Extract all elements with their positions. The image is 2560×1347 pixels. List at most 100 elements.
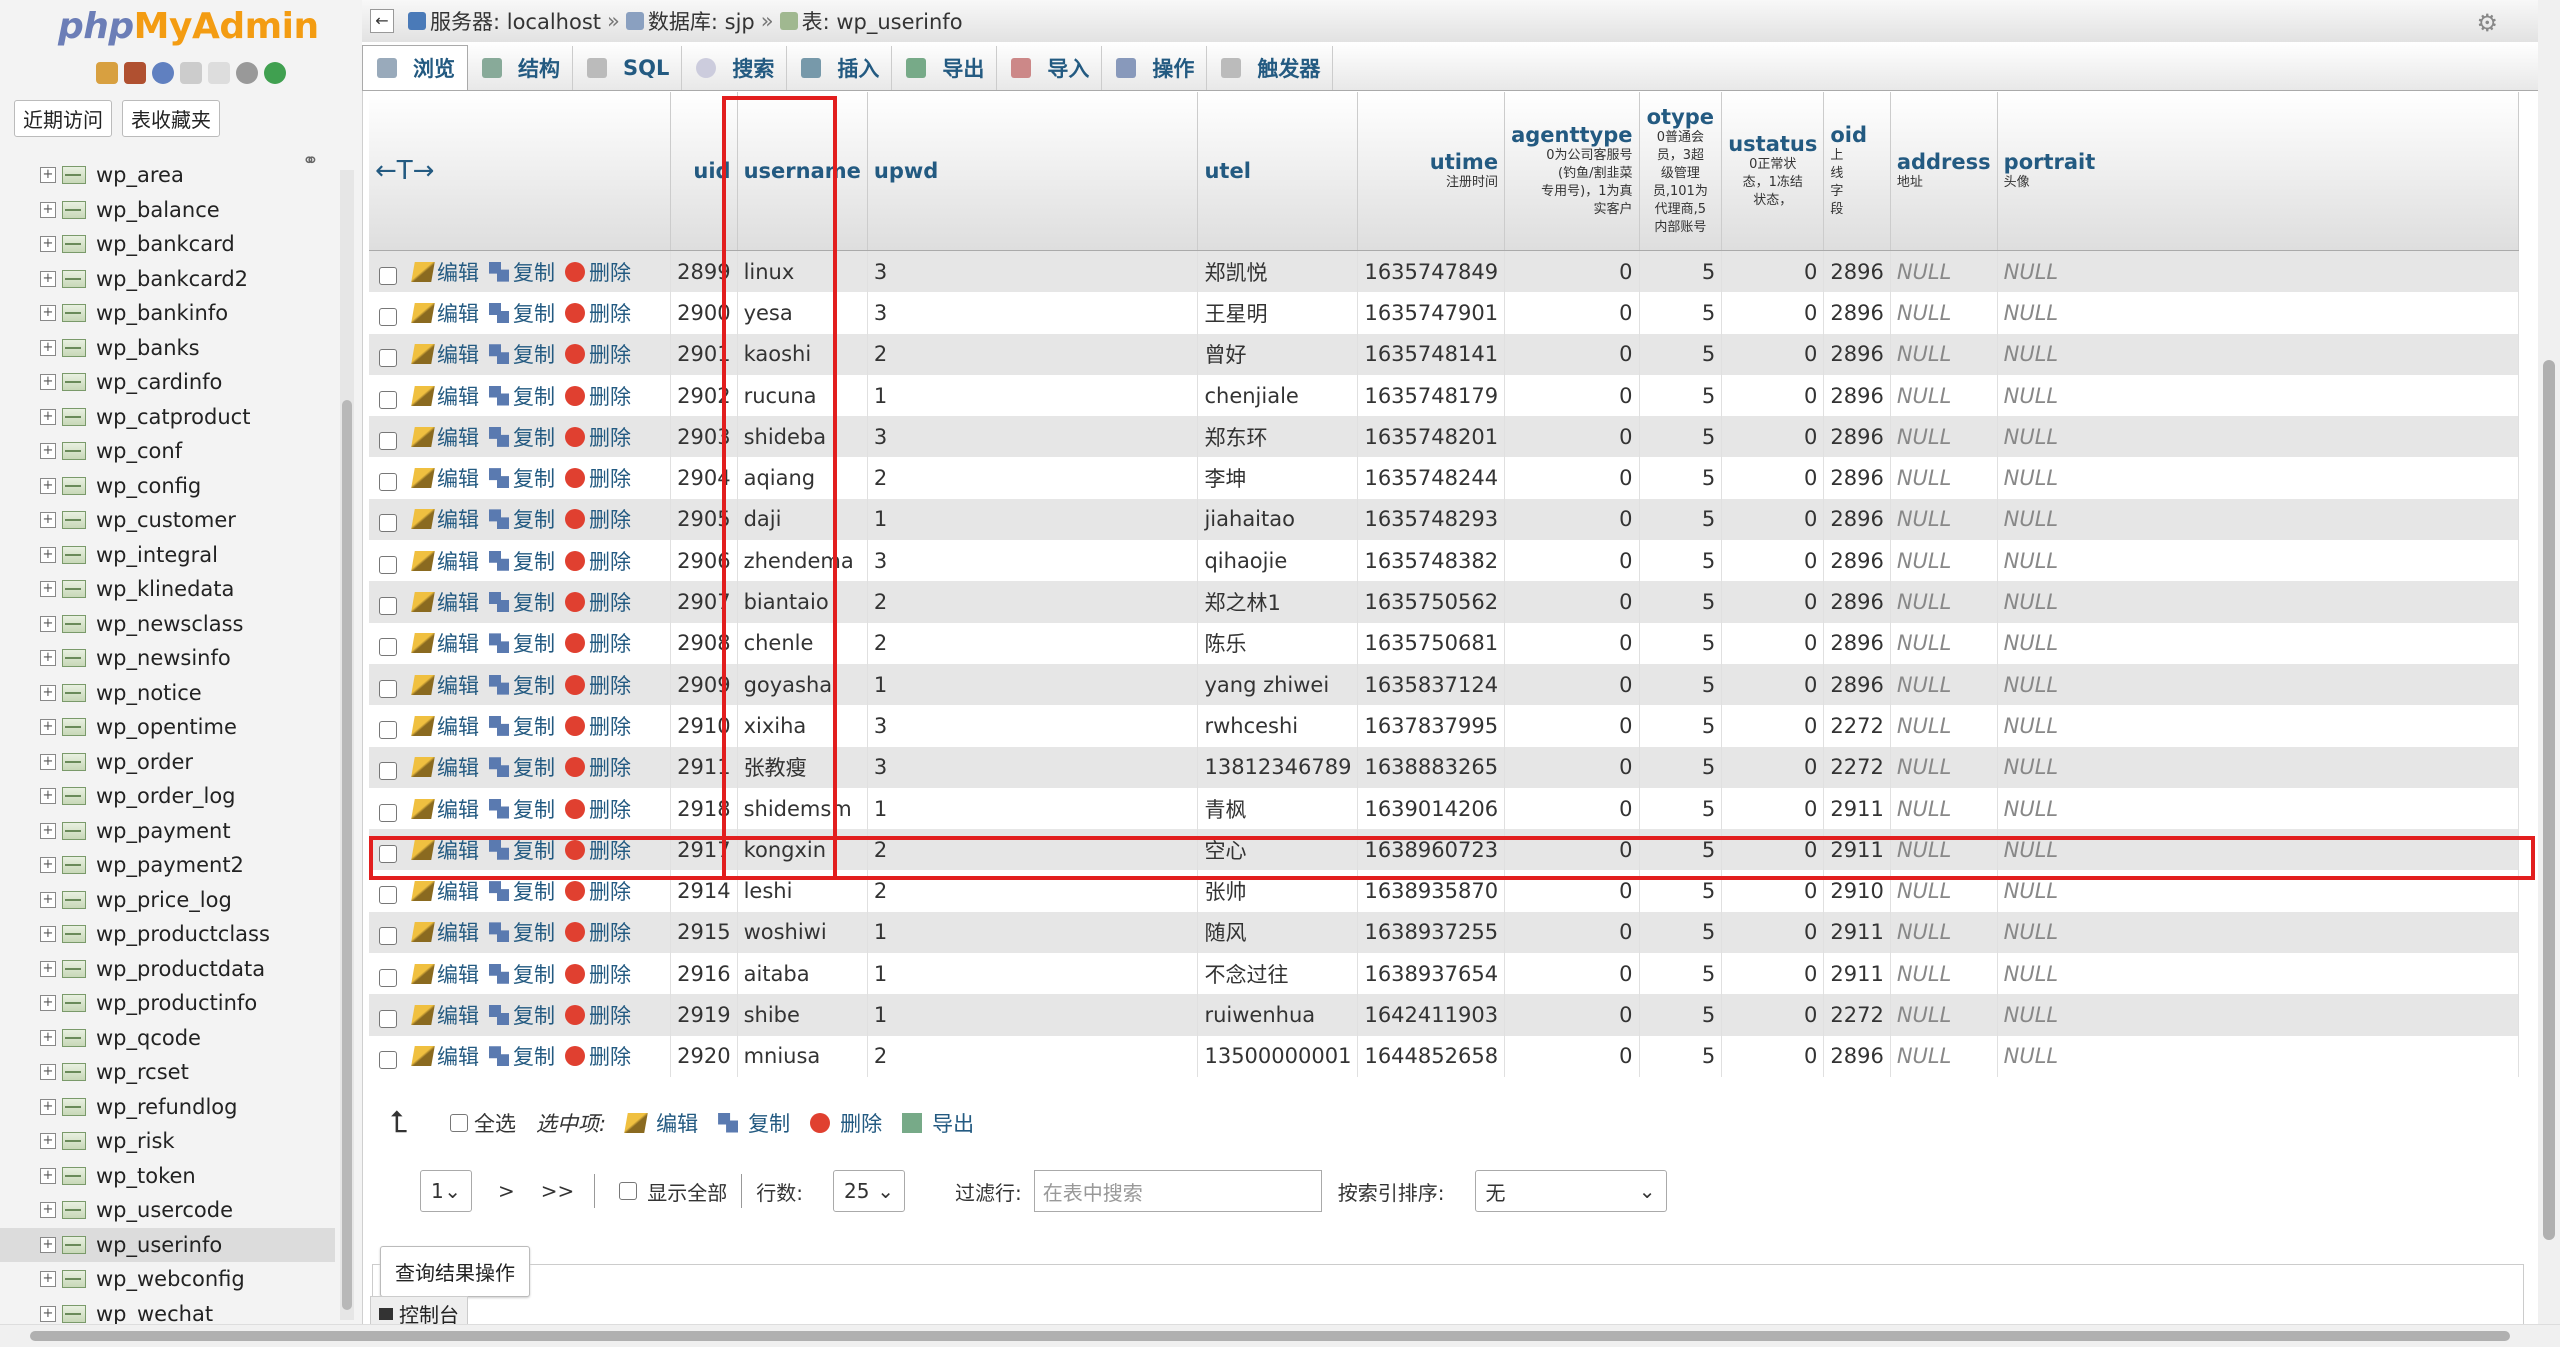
tab-search[interactable]: 搜索 (682, 46, 788, 90)
breadcrumb-table[interactable]: 表: wp_userinfo (779, 6, 963, 36)
expand-icon[interactable]: + (40, 1098, 56, 1115)
cell-otype[interactable]: 5 (1639, 953, 1723, 995)
cell-ustatus[interactable]: 0 (1721, 705, 1825, 747)
settings-icon[interactable] (236, 62, 258, 84)
tab-export[interactable]: 导出 (892, 46, 998, 90)
edit-row-button[interactable]: 编辑 (411, 1000, 479, 1030)
cell-agenttype[interactable]: 0 (1504, 1035, 1640, 1077)
cell-agenttype[interactable]: 0 (1504, 953, 1640, 995)
cell-address[interactable]: NULL (1890, 457, 1998, 499)
cell-oid[interactable]: 2896 (1823, 1035, 1891, 1077)
breadcrumb-server[interactable]: 服务器: localhost (408, 6, 601, 36)
expand-icon[interactable]: + (40, 891, 56, 908)
cell-otype[interactable]: 5 (1639, 333, 1723, 375)
expand-icon[interactable]: + (40, 167, 56, 184)
cell-ustatus[interactable]: 0 (1721, 953, 1825, 995)
tab-sql[interactable]: SQL (573, 46, 683, 90)
cell-utime[interactable]: 1635750681 (1357, 622, 1506, 664)
cell-address[interactable]: NULL (1890, 911, 1998, 954)
sort-by-index-select[interactable]: 无 ⌄ (1474, 1170, 1667, 1212)
cell-upwd[interactable]: 3 (867, 250, 1199, 293)
cell-upwd[interactable]: 2 (867, 1035, 1199, 1077)
column-header-address[interactable]: address 地址 (1890, 92, 1998, 251)
cell-upwd[interactable]: 3 (867, 705, 1199, 747)
sidebar-item-wp_order_log[interactable]: + wp_order_log (0, 779, 335, 814)
show-all-checkbox[interactable]: 显示全部 (619, 1177, 727, 1206)
edit-row-button[interactable]: 编辑 (411, 463, 479, 493)
cell-otype[interactable]: 5 (1639, 663, 1723, 706)
cell-upwd[interactable]: 1 (867, 787, 1199, 830)
sidebar-item-wp_catproduct[interactable]: + wp_catproduct (0, 400, 335, 435)
cell-username[interactable]: shibe (737, 994, 868, 1036)
expand-icon[interactable]: + (40, 857, 56, 874)
phpmyadmin-logo[interactable]: phpMyAdmin (58, 6, 319, 47)
expand-icon[interactable]: + (40, 1064, 56, 1081)
copy-row-button[interactable]: 复制 (489, 504, 555, 534)
collapse-sidebar-button[interactable]: ← (370, 9, 394, 33)
rows-per-page-select[interactable]: 25 ⌄ (833, 1170, 906, 1212)
delete-row-button[interactable]: 删除 (565, 463, 631, 493)
cell-utime[interactable]: 1642411903 (1357, 994, 1506, 1036)
sidebar-item-wp_risk[interactable]: + wp_risk (0, 1124, 335, 1159)
edit-row-button[interactable]: 编辑 (411, 339, 479, 369)
cell-oid[interactable]: 2896 (1823, 333, 1891, 375)
expand-icon[interactable]: + (40, 546, 56, 563)
delete-row-button[interactable]: 删除 (565, 298, 631, 328)
cell-oid[interactable]: 2896 (1823, 622, 1891, 664)
cell-utime[interactable]: 1638937255 (1357, 911, 1506, 954)
expand-icon[interactable]: + (40, 788, 56, 805)
cell-address[interactable]: NULL (1890, 581, 1998, 623)
edit-row-button[interactable]: 编辑 (411, 504, 479, 534)
cell-ustatus[interactable]: 0 (1721, 622, 1825, 664)
cell-portrait[interactable]: NULL (1997, 374, 2519, 417)
cell-utime[interactable]: 1635748382 (1357, 540, 1506, 582)
cell-otype[interactable]: 5 (1639, 374, 1723, 417)
expand-icon[interactable]: + (40, 753, 56, 770)
expand-icon[interactable]: + (40, 1202, 56, 1219)
tab-triggers[interactable]: 触发器 (1207, 46, 1334, 90)
sidebar-item-wp_productinfo[interactable]: + wp_productinfo (0, 986, 335, 1021)
main-horizontal-scrollbar[interactable] (0, 1324, 2560, 1347)
recent-tab[interactable]: 近期访问 (14, 100, 112, 137)
cell-utel[interactable]: 青枫 (1197, 787, 1359, 830)
cell-agenttype[interactable]: 0 (1504, 333, 1640, 375)
cell-portrait[interactable]: NULL (1997, 250, 2519, 293)
cell-ustatus[interactable]: 0 (1721, 374, 1825, 417)
expand-icon[interactable]: + (40, 1271, 56, 1288)
sidebar-item-wp_webconfig[interactable]: + wp_webconfig (0, 1262, 335, 1297)
cell-portrait[interactable]: NULL (1997, 622, 2519, 664)
sidebar-item-wp_opentime[interactable]: + wp_opentime (0, 710, 335, 745)
bulk-delete-button[interactable]: 删除 (810, 1108, 882, 1138)
row-checkbox[interactable] (379, 349, 397, 368)
cell-utime[interactable]: 1635747849 (1357, 250, 1506, 293)
cell-utel[interactable]: 王星明 (1197, 292, 1359, 334)
cell-ustatus[interactable]: 0 (1721, 292, 1825, 334)
expand-icon[interactable]: + (40, 1133, 56, 1150)
cell-portrait[interactable]: NULL (1997, 540, 2519, 582)
expand-icon[interactable]: + (40, 443, 56, 460)
column-header-utime[interactable]: utime 注册时间 (1357, 92, 1506, 251)
cell-utel[interactable]: ruiwenhua (1197, 994, 1359, 1036)
cell-upwd[interactable]: 1 (867, 498, 1199, 541)
cell-utel[interactable]: 郑凯悦 (1197, 250, 1359, 293)
cell-uid[interactable]: 2916 (670, 953, 738, 995)
delete-row-button[interactable]: 删除 (565, 670, 631, 700)
sidebar-item-wp_integral[interactable]: + wp_integral (0, 538, 335, 573)
cell-username[interactable]: aitaba (737, 953, 868, 995)
cell-utel[interactable]: 随风 (1197, 911, 1359, 954)
filter-rows-input[interactable]: 在表中搜索 (1033, 1170, 1322, 1212)
row-checkbox[interactable] (379, 390, 397, 409)
cell-portrait[interactable]: NULL (1997, 953, 2519, 995)
cell-ustatus[interactable]: 0 (1721, 994, 1825, 1036)
expand-icon[interactable]: + (40, 408, 56, 425)
sidebar-item-wp_balance[interactable]: + wp_balance (0, 193, 335, 228)
copy-row-button[interactable]: 复制 (489, 959, 555, 989)
expand-icon[interactable]: + (40, 684, 56, 701)
cell-agenttype[interactable]: 0 (1504, 994, 1640, 1036)
cell-portrait[interactable]: NULL (1997, 787, 2519, 830)
delete-row-button[interactable]: 删除 (565, 959, 631, 989)
cell-username[interactable]: mniusa (737, 1035, 868, 1077)
cell-utel[interactable]: 郑东环 (1197, 416, 1359, 458)
delete-row-button[interactable]: 删除 (565, 381, 631, 411)
cell-utel[interactable]: rwhceshi (1197, 705, 1359, 747)
